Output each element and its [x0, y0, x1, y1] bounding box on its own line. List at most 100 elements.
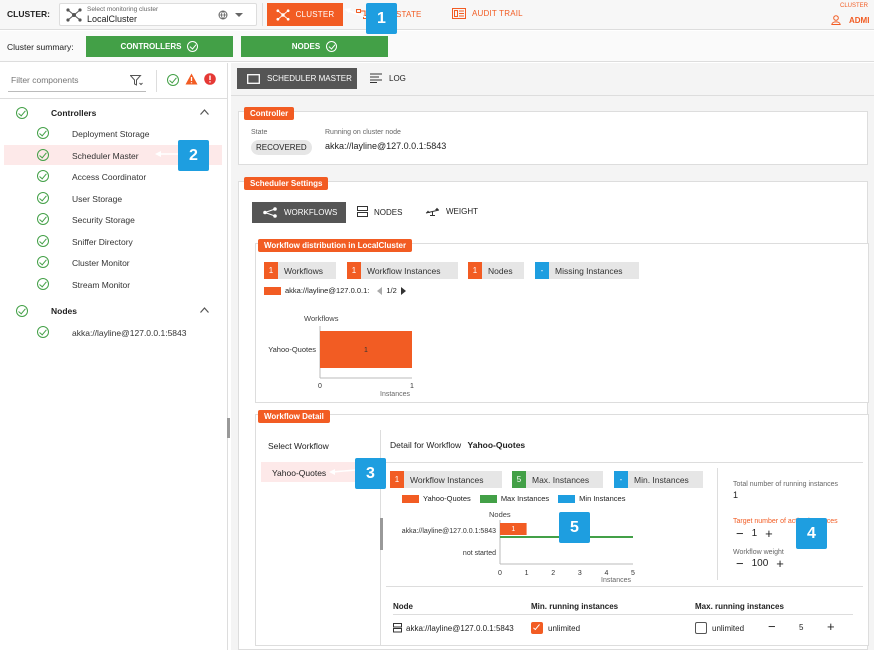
decrement-button[interactable]: −: [736, 556, 744, 571]
scheduler-settings-tag: Scheduler Settings: [244, 177, 329, 190]
filter-ok-icon[interactable]: [167, 74, 179, 86]
detail-chip-min: - Min. Instances: [614, 471, 703, 488]
tab-cluster-label: CLUSTER: [295, 10, 335, 19]
increment-button[interactable]: +: [776, 556, 784, 571]
controllers-group-header[interactable]: Controllers: [0, 105, 228, 123]
tab-log[interactable]: LOG: [370, 73, 406, 83]
workflow-weight-value: 100: [751, 558, 769, 569]
callout-1: 1: [366, 3, 397, 34]
cluster-select-hint: Select monitoring cluster: [87, 6, 159, 13]
chevron-down-icon: [235, 13, 243, 17]
sidebar-item-label: akka://layline@127.0.0.1:5843: [72, 328, 187, 338]
check-icon: [37, 170, 49, 182]
max-unlimited-checkbox[interactable]: [695, 622, 707, 634]
tab-workflows[interactable]: WORKFLOWS: [252, 202, 346, 223]
filter-input[interactable]: [8, 70, 120, 90]
tab-scheduler-label: SCHEDULER MASTER: [267, 74, 352, 83]
target-instances-value: 1: [751, 528, 758, 539]
nodes-summary-button[interactable]: NODES: [241, 36, 388, 57]
sidebar-item-stream-monitor[interactable]: Stream Monitor: [4, 274, 222, 294]
category-label: Yahoo-Quotes: [268, 345, 316, 354]
table-header-max: Max. running instances: [695, 602, 784, 611]
tab-scheduler-master[interactable]: SCHEDULER MASTER: [237, 68, 357, 89]
log-icon: [370, 73, 382, 83]
min-unlimited-label: unlimited: [548, 624, 581, 633]
x-axis-label: Instances: [380, 391, 410, 398]
table-header-min: Min. running instances: [531, 602, 619, 611]
detail-chip-instances: 1 Workflow Instances: [390, 471, 502, 488]
workflow-list-label: Yahoo-Quotes: [272, 468, 327, 478]
tab-nodes[interactable]: NODES: [357, 206, 402, 218]
chip-label: Workflow Instances: [367, 265, 441, 276]
tab-nodes-label: NODES: [374, 207, 403, 217]
legend-label: Max Instances: [500, 494, 550, 503]
pager-text: 1/2: [386, 286, 397, 295]
max-unlimited-label: unlimited: [712, 624, 745, 633]
filter-error-icon[interactable]: [204, 73, 216, 85]
sidebar-item-user-storage[interactable]: User Storage: [4, 188, 222, 208]
pager-next-icon[interactable]: [400, 286, 406, 295]
legend-node-label: akka://layline@127.0.0.1:: [285, 286, 370, 295]
min-unlimited-checkbox[interactable]: [531, 622, 543, 634]
workflow-weight-label: Workflow weight: [733, 549, 784, 556]
detail-resize-handle[interactable]: [380, 518, 383, 550]
user-menu[interactable]: ADMI: [831, 15, 869, 25]
nodes-group-header[interactable]: Nodes: [0, 303, 228, 321]
chevron-up-icon[interactable]: [200, 307, 209, 313]
x-tick-label: 0: [318, 383, 322, 390]
distribution-legend: akka://layline@127.0.0.1: 1/2: [264, 286, 406, 295]
detail-chip-max: 5 Max. Instances: [512, 471, 603, 488]
increment-button[interactable]: +: [765, 526, 773, 541]
tab-weight[interactable]: WEIGHT: [425, 207, 478, 216]
sidebar-item-sniffer-directory[interactable]: Sniffer Directory: [4, 231, 222, 251]
tab-workflows-label: WORKFLOWS: [284, 208, 338, 217]
check-icon: [187, 41, 199, 52]
server-icon: [357, 206, 368, 217]
check-icon: [37, 213, 49, 225]
sidebar-item-cluster-monitor[interactable]: Cluster Monitor: [4, 252, 222, 272]
sidebar-item-node[interactable]: akka://layline@127.0.0.1:5843: [0, 324, 222, 342]
distribution-chip-workflows: 1 Workflows: [264, 262, 336, 279]
target-instances-stepper[interactable]: − 1 +: [736, 526, 773, 541]
x-tick-label: 5: [631, 570, 635, 577]
sidebar-resize-handle[interactable]: [227, 418, 230, 438]
max-increment-button[interactable]: +: [827, 619, 835, 634]
sidebar-item-security-storage[interactable]: Security Storage: [4, 209, 222, 229]
workflow-weight-stepper[interactable]: − 100 +: [736, 556, 784, 571]
top-bar: CLUSTER: Select monitoring cluster Local…: [0, 0, 874, 30]
pager-prev-icon[interactable]: [377, 286, 383, 295]
chip-label: Max. Instances: [532, 474, 590, 485]
state-badge: RECOVERED: [251, 140, 312, 155]
chevron-up-icon[interactable]: [200, 109, 209, 115]
distribution-chip-missing: - Missing Instances: [535, 262, 639, 279]
chip-label: Nodes: [488, 265, 513, 276]
check-icon: [37, 234, 49, 247]
chip-count: -: [614, 471, 628, 488]
legend-swatch: [402, 494, 419, 503]
controllers-summary-button[interactable]: CONTROLLERS: [86, 36, 233, 57]
detail-legend: Yahoo-Quotes Max Instances Min Instances: [402, 494, 625, 503]
tab-state-label: STATE: [396, 9, 422, 19]
filter-field[interactable]: [8, 70, 146, 92]
filter-icon[interactable]: [130, 75, 143, 86]
decrement-button[interactable]: −: [736, 526, 744, 541]
window-icon: [247, 73, 260, 84]
max-decrement-button[interactable]: −: [768, 619, 776, 634]
table-cell-node: akka://layline@127.0.0.1:5843: [406, 624, 514, 633]
bar-data-label: 1: [364, 347, 368, 354]
check-icon: [16, 107, 28, 119]
weight-icon: [425, 207, 440, 216]
legend-item: Yahoo-Quotes: [402, 494, 471, 503]
cluster-selector[interactable]: Select monitoring cluster LocalCluster: [59, 3, 257, 26]
tab-cluster[interactable]: CLUSTER: [267, 3, 343, 26]
nodes-summary-label: NODES: [291, 42, 321, 51]
tab-audit-trail[interactable]: AUDIT TRAIL: [452, 8, 523, 19]
controller-section-tag: Controller: [244, 107, 295, 120]
distribution-chip-workflow-instances: 1 Workflow Instances: [347, 262, 458, 279]
callout-4: 4: [796, 518, 827, 549]
check-icon: [37, 326, 49, 338]
running-on-value: akka://layline@127.0.0.1:5843: [325, 141, 447, 151]
chip-label: Min. Instances: [634, 474, 689, 485]
controllers-group-title: Controllers: [51, 108, 97, 118]
filter-warning-icon[interactable]: [185, 73, 198, 85]
